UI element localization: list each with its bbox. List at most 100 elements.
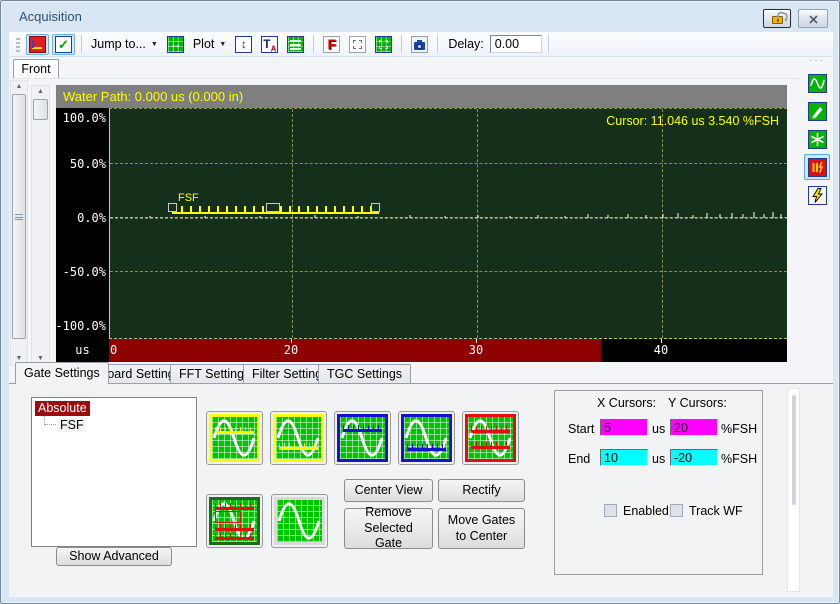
grid-region-button[interactable] bbox=[372, 34, 395, 55]
gain-scrollbar[interactable]: ▲ ▼ bbox=[10, 80, 28, 366]
acquisition-range-bar bbox=[109, 339, 601, 362]
scroll-up-icon[interactable]: ▲ bbox=[32, 86, 49, 98]
rectify-button[interactable]: Rectify bbox=[438, 479, 525, 502]
delay-label: Delay: bbox=[448, 37, 483, 51]
cursor-readout: Cursor: 11.046 us 3.540 %FSH bbox=[606, 114, 779, 128]
window-title: Acquisition bbox=[19, 9, 82, 24]
fit-horizontal-button[interactable]: ↔ bbox=[164, 34, 187, 55]
trigger-button[interactable] bbox=[804, 182, 830, 208]
scroll-up-icon[interactable]: ▲ bbox=[11, 81, 27, 93]
gate-type-blue-positive-button[interactable] bbox=[334, 411, 391, 465]
y-axis: 100.0% 50.0% 0.0% -50.0% -100.0% bbox=[56, 108, 109, 339]
fsf-gate[interactable]: FSF bbox=[172, 192, 384, 222]
remove-selected-gate-button[interactable]: Remove Selected Gate bbox=[344, 508, 433, 549]
x-tick: 30 bbox=[464, 343, 488, 357]
gate-type-positive-button[interactable] bbox=[206, 411, 263, 465]
enable-button[interactable]: ✓ bbox=[52, 34, 75, 55]
gate-start-handle[interactable] bbox=[168, 203, 177, 212]
separator bbox=[81, 35, 82, 53]
panel-splitter[interactable] bbox=[787, 388, 800, 592]
end-y-input[interactable] bbox=[670, 449, 718, 466]
toolbar-grip[interactable] bbox=[16, 36, 20, 52]
track-wf-label: Track WF bbox=[689, 504, 743, 518]
close-button[interactable] bbox=[798, 9, 828, 28]
tab-gate-settings[interactable]: Gate Settings bbox=[15, 362, 109, 384]
splitter-thumb[interactable] bbox=[792, 395, 796, 505]
gate-type-blue-negative-button[interactable] bbox=[398, 411, 455, 465]
toolbar-overflow-grip[interactable]: ··· bbox=[800, 58, 834, 68]
snapshot-button[interactable] bbox=[408, 34, 431, 55]
pencil-icon bbox=[808, 102, 827, 121]
chevron-down-icon: ▼ bbox=[219, 41, 226, 48]
waterfall-button[interactable] bbox=[284, 34, 307, 55]
gate-type-negative-button[interactable] bbox=[270, 411, 327, 465]
unlock-icon bbox=[772, 16, 783, 24]
waveform-view-button[interactable] bbox=[804, 70, 830, 96]
y-tick: 100.0% bbox=[63, 111, 106, 125]
jump-to-dropdown[interactable]: Jump to... ▼ bbox=[88, 34, 161, 55]
waveform-plot[interactable]: Cursor: 11.046 us 3.540 %FSH FSF bbox=[109, 108, 787, 339]
y-tick: 50.0% bbox=[70, 157, 106, 171]
main-toolbar: ✓ Jump to... ▼ ↔ Plot ▼ ↕ TA F bbox=[9, 32, 833, 57]
delay-input[interactable] bbox=[490, 35, 542, 53]
plot-dropdown[interactable]: Plot ▼ bbox=[190, 34, 229, 55]
client-area: Front ▲ ▼ ▲ ▼ Water Path: 0.000 us (0.00… bbox=[9, 57, 833, 597]
title-bar[interactable]: Acquisition bbox=[1, 1, 839, 31]
tree-item-fsf[interactable]: FSF bbox=[58, 418, 86, 432]
chevron-down-icon: ▼ bbox=[151, 41, 158, 48]
tab-tgc-settings[interactable]: TGC Settings bbox=[318, 364, 411, 384]
clear-button[interactable] bbox=[804, 126, 830, 152]
filter-icon: F bbox=[323, 36, 340, 53]
fit-vertical-icon: ↕ bbox=[235, 36, 252, 53]
scrollbar-thumb[interactable] bbox=[12, 94, 26, 339]
side-toolbar: ··· bbox=[800, 58, 834, 378]
center-view-button[interactable]: Center View bbox=[344, 479, 433, 502]
y-cursors-header: Y Cursors: bbox=[668, 396, 727, 410]
enabled-checkbox[interactable] bbox=[604, 504, 617, 517]
show-advanced-button[interactable]: Show Advanced bbox=[56, 547, 172, 566]
end-x-input[interactable] bbox=[600, 449, 648, 466]
tree-item-absolute[interactable]: Absolute bbox=[35, 401, 90, 416]
move-gates-to-center-button[interactable]: Move Gates to Center bbox=[438, 508, 525, 549]
gridline bbox=[110, 271, 787, 272]
gate-mid-handle[interactable] bbox=[266, 203, 280, 212]
fit-horizontal-icon: ↔ bbox=[167, 36, 184, 53]
x-axis-unit: us bbox=[56, 339, 109, 362]
filter-button[interactable]: F bbox=[320, 34, 343, 55]
gate-type-dual-button[interactable] bbox=[462, 411, 519, 465]
pause-acquisition-button[interactable] bbox=[804, 154, 830, 180]
gate-type-multi-button[interactable] bbox=[206, 494, 263, 548]
x-tick: 20 bbox=[279, 343, 303, 357]
x-cursors-header: X Cursors: bbox=[597, 396, 656, 410]
vertical-scrollbar[interactable]: ▲ ▼ bbox=[31, 85, 50, 366]
y-tick: 0.0% bbox=[77, 211, 106, 225]
scrollbar-thumb[interactable] bbox=[33, 99, 48, 120]
fit-vertical-button[interactable]: ↕ bbox=[232, 34, 255, 55]
gate-positive-icon bbox=[209, 414, 260, 462]
gate-tree[interactable]: Absolute FSF bbox=[31, 397, 197, 547]
separator bbox=[401, 35, 402, 53]
gate-none-icon bbox=[274, 497, 325, 545]
x-tick: 0 bbox=[107, 343, 131, 357]
pin-button[interactable] bbox=[763, 9, 791, 28]
text-annotation-button[interactable]: TA bbox=[258, 34, 281, 55]
start-y-input[interactable] bbox=[670, 419, 718, 436]
start-x-input[interactable] bbox=[600, 419, 648, 436]
gate-dual-icon bbox=[465, 414, 516, 462]
us-label: us bbox=[652, 452, 665, 466]
ascan-display-button[interactable] bbox=[26, 34, 49, 55]
track-wf-checkbox[interactable] bbox=[670, 504, 683, 517]
gate-blue-negative-icon bbox=[401, 414, 452, 462]
separator bbox=[548, 35, 549, 53]
tab-front[interactable]: Front bbox=[13, 59, 59, 79]
gate-end-handle[interactable] bbox=[371, 203, 380, 212]
asterisk-icon bbox=[808, 130, 827, 149]
zoom-region-button[interactable] bbox=[346, 34, 369, 55]
edit-button[interactable] bbox=[804, 98, 830, 124]
enabled-label: Enabled bbox=[623, 504, 669, 518]
y-tick: -50.0% bbox=[63, 265, 106, 279]
gate-type-none-button[interactable] bbox=[271, 494, 328, 548]
lightning-icon bbox=[808, 186, 827, 205]
x-tick: 40 bbox=[649, 343, 673, 357]
camera-icon bbox=[411, 36, 428, 53]
